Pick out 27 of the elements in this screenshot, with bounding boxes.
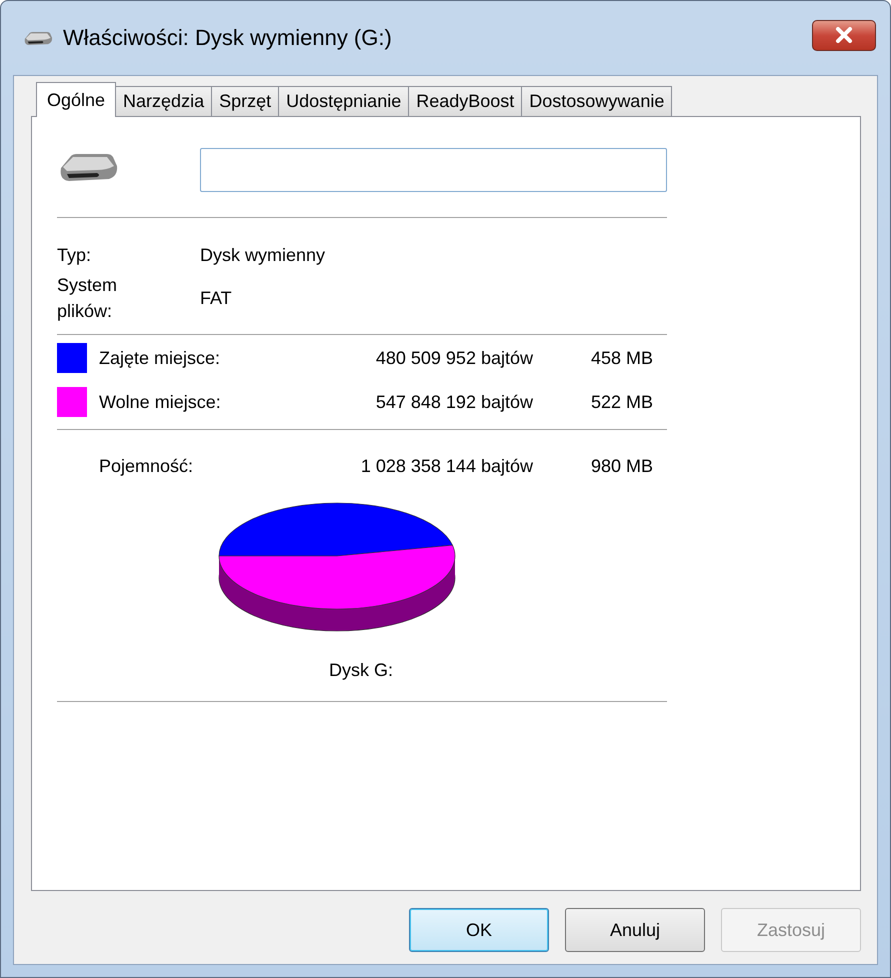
- property-value: FAT: [200, 288, 233, 308]
- bytes-value: 1 028 358 144 bajtów: [360, 456, 533, 477]
- window-title: Właściwości: Dysk wymienny (G:): [63, 25, 393, 51]
- usage-label: Wolne miejsce:: [99, 392, 222, 412]
- tab[interactable]: Sprzęt: [211, 86, 280, 116]
- close-button[interactable]: [812, 20, 876, 50]
- tab[interactable]: Udostępnianie: [278, 86, 410, 116]
- tab[interactable]: Ogólne: [36, 82, 116, 117]
- dialog-button[interactable]: Anuluj: [565, 908, 705, 952]
- bytes-value: 547 848 192 bajtów: [374, 392, 533, 412]
- tab[interactable]: Dostosowywanie: [521, 86, 672, 116]
- size-value: 458 MB: [590, 348, 653, 368]
- dialog-button[interactable]: OK: [409, 908, 549, 952]
- drive-icon: [23, 30, 53, 46]
- size-value: 522 MB: [590, 392, 653, 412]
- drive-label: Dysk G:: [329, 660, 394, 681]
- property-label: System plików:: [57, 274, 118, 323]
- size-value: 980 MB: [590, 456, 653, 477]
- close-icon: [835, 27, 853, 43]
- property-value: Dysk wymienny: [200, 244, 326, 266]
- property-label: Typ:: [57, 244, 92, 267]
- name-field[interactable]: [200, 148, 667, 192]
- tab[interactable]: Narzędzia: [115, 86, 212, 116]
- capacity-label: Pojemność:: [99, 456, 194, 477]
- usage-label: Zajęte miejsce:: [99, 348, 222, 368]
- bytes-value: 480 509 952 bajtów: [374, 348, 533, 368]
- tab[interactable]: ReadyBoost: [408, 86, 522, 116]
